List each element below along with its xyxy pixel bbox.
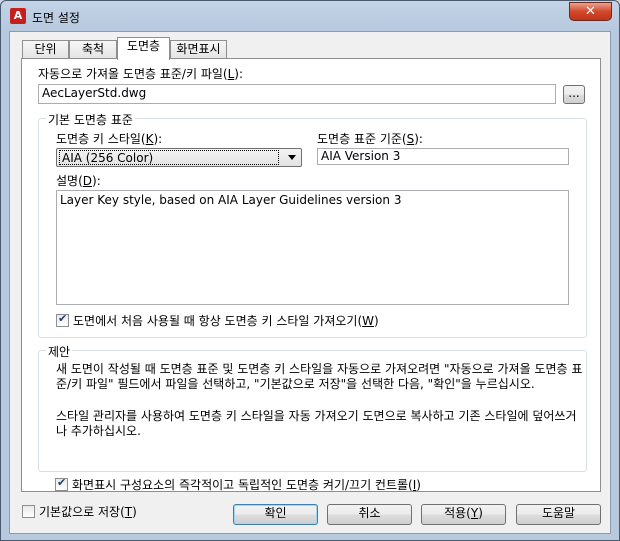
save-as-default-checkbox[interactable]: 기본값으로 저장(T) [22, 503, 137, 520]
layer-standard-field: AIA Version 3 [317, 148, 569, 165]
always-import-label-end: ) [374, 313, 379, 328]
tab-layers[interactable]: 도면층 [117, 37, 170, 60]
title-bar: A 도면 설정 ✕ [1, 1, 619, 31]
tab-scale[interactable]: 축척 [69, 40, 117, 59]
key-style-label-end: ): [153, 132, 163, 146]
tab-display[interactable]: 화면표시 [170, 40, 227, 59]
auto-import-label-end: ): [234, 67, 244, 81]
standard-basis-label: 도면층 표준 기준(S): [317, 130, 423, 147]
description-label-end: ): [92, 174, 101, 188]
autocad-app-icon: A [10, 8, 26, 24]
independent-layer-control-checkbox[interactable]: 화면표시 구성요소의 즉각적이고 독립적인 도면층 켜기/끄기 컨트롤(I) [55, 476, 421, 493]
always-import-checkbox[interactable]: 도면에서 처음 사용될 때 항상 도면층 키 스타일 가져오기(W) [56, 312, 379, 329]
layer-standards-file-input[interactable]: AecLayerStd.dwg [38, 84, 556, 104]
independent-layer-control-box[interactable] [55, 476, 68, 491]
dialog-body: 단위 축척 도면층 화면표시 자동으로 가져올 도면층 표준/키 파일(L): … [9, 31, 611, 534]
drawing-setup-dialog: A 도면 설정 ✕ 단위 축척 도면층 화면표시 자동으로 가져올 도면층 표준… [0, 0, 620, 541]
layer-key-style-dropdown[interactable]: AIA (256 Color) [56, 148, 302, 167]
tip-text-1: 새 도면이 작성될 때 도면층 표준 및 도면층 키 스타일을 자동으로 가져오… [56, 362, 583, 391]
standard-basis-label-text: 도면층 표준 기준( [317, 132, 407, 146]
save-as-default-label-end: ) [132, 504, 137, 519]
always-import-checkbox-box[interactable] [56, 312, 69, 327]
description-accel-key: D [82, 174, 93, 188]
standard-basis-label-end: ): [414, 132, 423, 146]
always-import-accel-key: W [362, 313, 374, 328]
independent-label-end: ) [416, 477, 421, 492]
chevron-down-icon[interactable] [288, 155, 296, 160]
key-style-label: 도면층 키 스타일(K): [56, 130, 162, 147]
key-style-selected-value: AIA (256 Color) [59, 150, 279, 165]
close-button[interactable]: ✕ [569, 2, 612, 21]
apply-label: 적용( [444, 506, 471, 520]
key-style-label-text: 도면층 키 스타일( [56, 132, 146, 146]
save-as-default-box[interactable] [22, 505, 35, 518]
standards-group-title: 기본 도면층 표준 [46, 111, 135, 128]
tips-group: 제안 새 도면이 작성될 때 도면층 표준 및 도면층 키 스타일을 자동으로 … [38, 343, 587, 472]
ok-button[interactable]: 확인 [233, 504, 318, 525]
save-as-default-label: 기본값으로 저장( [39, 505, 125, 519]
apply-label-end: ) [478, 506, 483, 520]
browse-button[interactable]: ... [563, 85, 585, 104]
help-button[interactable]: 도움말 [516, 504, 601, 525]
description-textarea[interactable]: Layer Key style, based on AIA Layer Guid… [56, 190, 569, 305]
save-as-default-accel-key: T [124, 504, 133, 519]
window-title: 도면 설정 [32, 11, 80, 25]
auto-import-label-text: 자동으로 가져올 도면층 표준/키 파일( [38, 67, 228, 81]
always-import-label: 도면에서 처음 사용될 때 항상 도면층 키 스타일 가져오기( [73, 314, 363, 328]
default-layer-standards-group: 기본 도면층 표준 도면층 키 스타일(K): AIA (256 Color) … [38, 111, 587, 338]
layers-tab-panel: 자동으로 가져올 도면층 표준/키 파일(L): AecLayerStd.dwg… [21, 58, 601, 492]
tab-units[interactable]: 단위 [22, 40, 69, 59]
tips-group-title: 제안 [46, 343, 73, 360]
tip-text-2: 스타일 관리자를 사용하여 도면층 키 스타일을 자동 가져오기 도면으로 복사… [56, 409, 577, 438]
independent-layer-control-label: 화면표시 구성요소의 즉각적이고 독립적인 도면층 켜기/끄기 컨트롤( [72, 478, 413, 492]
cancel-button[interactable]: 취소 [327, 504, 412, 525]
description-label-text: 설명( [56, 174, 83, 188]
auto-import-label: 자동으로 가져올 도면층 표준/키 파일(L): [38, 65, 243, 82]
apply-button[interactable]: 적용(Y) [421, 504, 506, 525]
description-label: 설명(D): [56, 172, 101, 189]
